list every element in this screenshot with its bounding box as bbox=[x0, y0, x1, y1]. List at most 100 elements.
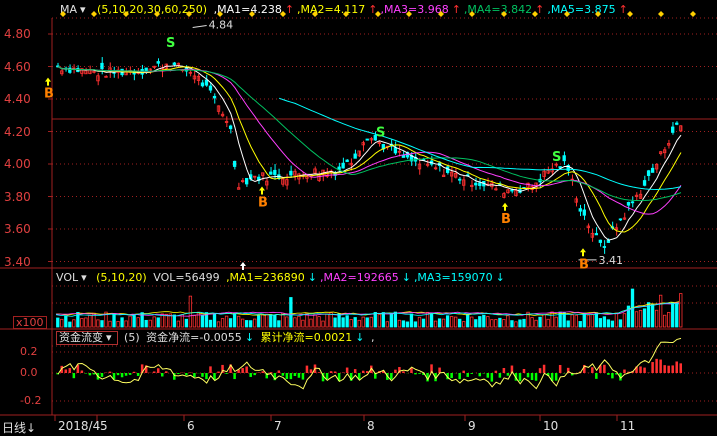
volume-bar bbox=[314, 315, 317, 327]
volume-bar bbox=[342, 318, 345, 327]
volume-bar bbox=[563, 313, 566, 327]
fund-flow-bar bbox=[519, 373, 522, 381]
fund-flow-bar bbox=[667, 366, 670, 373]
volume-bar bbox=[125, 321, 128, 327]
volume-bar bbox=[619, 320, 622, 327]
fund-flow-bar bbox=[318, 372, 321, 373]
fund-flow-bar bbox=[217, 372, 220, 373]
fund-flow-bar bbox=[185, 373, 188, 375]
volume-bar bbox=[446, 316, 449, 327]
volume-bar bbox=[475, 320, 478, 327]
fund-flow-bar bbox=[607, 373, 610, 375]
candle-body bbox=[675, 123, 678, 124]
volume-bar bbox=[117, 321, 120, 327]
volume-bar bbox=[298, 316, 301, 327]
event-marker-icon bbox=[690, 11, 696, 17]
ma3-line bbox=[58, 67, 681, 215]
volume-bar bbox=[430, 314, 433, 327]
candle-body bbox=[233, 161, 236, 166]
volume-bar bbox=[177, 321, 180, 327]
volume-bar bbox=[61, 319, 64, 327]
candle-body bbox=[245, 178, 248, 184]
candle-body bbox=[627, 202, 630, 205]
stock-chart[interactable]: 4.843.41BBBBSSS bbox=[0, 0, 717, 435]
volume-bar bbox=[334, 318, 337, 327]
fund-flow-bar bbox=[89, 373, 92, 375]
fund-flow-bar bbox=[559, 365, 562, 373]
volume-bar bbox=[253, 319, 256, 327]
volume-bar bbox=[434, 321, 437, 327]
volume-bar bbox=[567, 321, 570, 327]
fund-flow-bar bbox=[233, 373, 236, 379]
volume-bar bbox=[390, 314, 393, 327]
volume-bar bbox=[165, 314, 168, 327]
candlesticks bbox=[57, 57, 683, 254]
volume-bar bbox=[278, 321, 281, 327]
fund-flow-bar bbox=[535, 373, 538, 381]
volume-bar bbox=[241, 319, 244, 327]
fund-flow-bar bbox=[523, 369, 526, 373]
volume-bar bbox=[483, 315, 486, 327]
volume-bar bbox=[245, 320, 248, 327]
fund-flow-bar bbox=[326, 373, 329, 379]
volume-bar bbox=[209, 320, 212, 327]
event-marker-icon bbox=[658, 11, 664, 17]
candle-body bbox=[619, 219, 622, 220]
fund-flow-bar bbox=[257, 372, 260, 373]
volume-bar bbox=[454, 317, 457, 327]
fund-flow-bar bbox=[531, 373, 534, 380]
volume-bar bbox=[462, 322, 465, 327]
event-marker-icon bbox=[532, 11, 538, 17]
fund-flow-bar bbox=[651, 362, 654, 373]
volume-bar bbox=[450, 316, 453, 327]
volume-bar bbox=[270, 315, 273, 327]
volume-ma-line bbox=[56, 303, 679, 316]
fund-flow-bar bbox=[671, 365, 674, 373]
event-marker-icon bbox=[375, 11, 381, 17]
volume-bar bbox=[487, 317, 490, 327]
fund-flow-bar bbox=[101, 373, 104, 377]
fund-flow-bar bbox=[282, 373, 285, 376]
volume-bar bbox=[555, 317, 558, 327]
fund-flow-bar bbox=[611, 373, 614, 378]
volume-bar bbox=[201, 315, 204, 327]
event-marker-icon bbox=[406, 11, 412, 17]
volume-bar bbox=[85, 318, 88, 327]
candle-body bbox=[595, 233, 598, 234]
fund-flow-bar bbox=[189, 372, 192, 373]
event-marker-icon bbox=[564, 11, 570, 17]
fund-flow-bar bbox=[261, 371, 264, 373]
volume-bar bbox=[338, 314, 341, 327]
volume-bar bbox=[193, 316, 196, 327]
fund-flow-bar bbox=[503, 368, 506, 373]
volume-bar bbox=[318, 317, 321, 327]
volume-bar bbox=[189, 296, 192, 327]
candle-body bbox=[599, 240, 602, 242]
high-price-label: 4.84 bbox=[209, 19, 234, 32]
volume-bar bbox=[470, 317, 473, 327]
volume-bar bbox=[675, 303, 678, 327]
volume-bar bbox=[197, 312, 200, 327]
low-price-label: 3.41 bbox=[599, 254, 624, 267]
candle-body bbox=[631, 202, 634, 203]
volume-bar bbox=[97, 320, 100, 327]
volume-bar bbox=[266, 314, 269, 327]
volume-bar bbox=[350, 319, 353, 327]
volume-bar bbox=[294, 318, 297, 327]
volume-bar bbox=[495, 320, 498, 327]
candle-body bbox=[157, 62, 160, 64]
fund-flow-bar bbox=[161, 373, 164, 376]
fund-flow-bar bbox=[507, 373, 510, 376]
volume-bar bbox=[257, 316, 260, 327]
volume-bar bbox=[635, 312, 638, 327]
ma1-line bbox=[58, 66, 681, 240]
volume-bar bbox=[249, 321, 252, 327]
volume-bar bbox=[579, 321, 582, 327]
candle-body bbox=[173, 63, 176, 65]
fund-flow-bar bbox=[466, 373, 469, 377]
volume-bar bbox=[113, 314, 116, 327]
fund-flow-bar bbox=[679, 363, 682, 373]
fund-flow-bar bbox=[418, 373, 421, 374]
candle-body bbox=[229, 126, 232, 129]
volume-bar bbox=[418, 317, 421, 327]
